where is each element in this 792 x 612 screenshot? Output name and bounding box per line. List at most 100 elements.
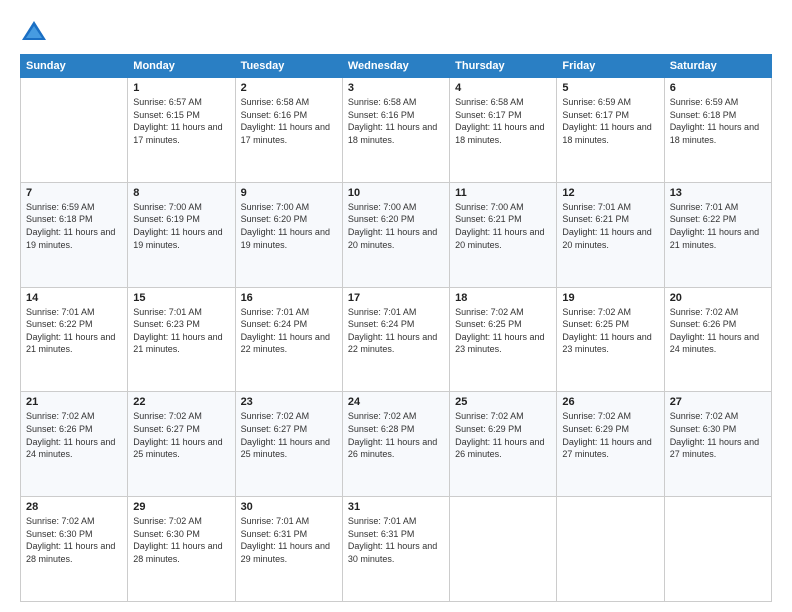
calendar-week-row: 14 Sunrise: 7:01 AMSunset: 6:22 PMDaylig… <box>21 287 772 392</box>
weekday-header: Friday <box>557 55 664 78</box>
day-info: Sunrise: 7:01 AMSunset: 6:22 PMDaylight:… <box>670 202 759 250</box>
day-number: 15 <box>133 292 229 304</box>
calendar-cell: 14 Sunrise: 7:01 AMSunset: 6:22 PMDaylig… <box>21 287 128 392</box>
day-number: 29 <box>133 501 229 513</box>
day-info: Sunrise: 6:59 AMSunset: 6:18 PMDaylight:… <box>26 202 115 250</box>
day-info: Sunrise: 7:02 AMSunset: 6:27 PMDaylight:… <box>241 411 330 459</box>
calendar-cell <box>450 497 557 602</box>
day-info: Sunrise: 7:01 AMSunset: 6:22 PMDaylight:… <box>26 307 115 355</box>
day-number: 3 <box>348 82 444 94</box>
day-info: Sunrise: 7:02 AMSunset: 6:30 PMDaylight:… <box>133 516 222 564</box>
day-info: Sunrise: 7:02 AMSunset: 6:30 PMDaylight:… <box>670 411 759 459</box>
calendar-cell: 6 Sunrise: 6:59 AMSunset: 6:18 PMDayligh… <box>664 78 771 183</box>
header <box>20 18 772 46</box>
day-info: Sunrise: 7:02 AMSunset: 6:25 PMDaylight:… <box>455 307 544 355</box>
day-info: Sunrise: 7:01 AMSunset: 6:24 PMDaylight:… <box>241 307 330 355</box>
day-info: Sunrise: 7:01 AMSunset: 6:31 PMDaylight:… <box>348 516 437 564</box>
day-number: 24 <box>348 396 444 408</box>
day-number: 18 <box>455 292 551 304</box>
day-info: Sunrise: 7:00 AMSunset: 6:20 PMDaylight:… <box>348 202 437 250</box>
day-number: 16 <box>241 292 337 304</box>
calendar-cell: 9 Sunrise: 7:00 AMSunset: 6:20 PMDayligh… <box>235 182 342 287</box>
day-number: 4 <box>455 82 551 94</box>
calendar-cell: 5 Sunrise: 6:59 AMSunset: 6:17 PMDayligh… <box>557 78 664 183</box>
calendar-cell: 1 Sunrise: 6:57 AMSunset: 6:15 PMDayligh… <box>128 78 235 183</box>
day-info: Sunrise: 7:01 AMSunset: 6:31 PMDaylight:… <box>241 516 330 564</box>
calendar-cell: 7 Sunrise: 6:59 AMSunset: 6:18 PMDayligh… <box>21 182 128 287</box>
calendar-cell: 18 Sunrise: 7:02 AMSunset: 6:25 PMDaylig… <box>450 287 557 392</box>
day-number: 17 <box>348 292 444 304</box>
calendar-cell: 24 Sunrise: 7:02 AMSunset: 6:28 PMDaylig… <box>342 392 449 497</box>
calendar-cell <box>557 497 664 602</box>
calendar-cell: 28 Sunrise: 7:02 AMSunset: 6:30 PMDaylig… <box>21 497 128 602</box>
page: SundayMondayTuesdayWednesdayThursdayFrid… <box>0 0 792 612</box>
day-info: Sunrise: 7:00 AMSunset: 6:20 PMDaylight:… <box>241 202 330 250</box>
calendar-cell: 10 Sunrise: 7:00 AMSunset: 6:20 PMDaylig… <box>342 182 449 287</box>
day-info: Sunrise: 7:02 AMSunset: 6:27 PMDaylight:… <box>133 411 222 459</box>
day-number: 26 <box>562 396 658 408</box>
day-info: Sunrise: 7:01 AMSunset: 6:24 PMDaylight:… <box>348 307 437 355</box>
calendar-cell <box>21 78 128 183</box>
day-number: 19 <box>562 292 658 304</box>
calendar-cell: 29 Sunrise: 7:02 AMSunset: 6:30 PMDaylig… <box>128 497 235 602</box>
weekday-header: Wednesday <box>342 55 449 78</box>
day-number: 1 <box>133 82 229 94</box>
calendar-cell: 4 Sunrise: 6:58 AMSunset: 6:17 PMDayligh… <box>450 78 557 183</box>
weekday-header-row: SundayMondayTuesdayWednesdayThursdayFrid… <box>21 55 772 78</box>
weekday-header: Sunday <box>21 55 128 78</box>
calendar-cell: 12 Sunrise: 7:01 AMSunset: 6:21 PMDaylig… <box>557 182 664 287</box>
weekday-header: Tuesday <box>235 55 342 78</box>
day-info: Sunrise: 6:58 AMSunset: 6:17 PMDaylight:… <box>455 97 544 145</box>
calendar-cell: 31 Sunrise: 7:01 AMSunset: 6:31 PMDaylig… <box>342 497 449 602</box>
day-number: 28 <box>26 501 122 513</box>
day-number: 11 <box>455 187 551 199</box>
calendar-cell: 21 Sunrise: 7:02 AMSunset: 6:26 PMDaylig… <box>21 392 128 497</box>
day-info: Sunrise: 7:00 AMSunset: 6:19 PMDaylight:… <box>133 202 222 250</box>
day-number: 25 <box>455 396 551 408</box>
day-number: 23 <box>241 396 337 408</box>
day-info: Sunrise: 6:59 AMSunset: 6:18 PMDaylight:… <box>670 97 759 145</box>
day-info: Sunrise: 6:57 AMSunset: 6:15 PMDaylight:… <box>133 97 222 145</box>
day-number: 20 <box>670 292 766 304</box>
day-info: Sunrise: 7:01 AMSunset: 6:23 PMDaylight:… <box>133 307 222 355</box>
calendar-cell: 11 Sunrise: 7:00 AMSunset: 6:21 PMDaylig… <box>450 182 557 287</box>
day-info: Sunrise: 7:02 AMSunset: 6:29 PMDaylight:… <box>562 411 651 459</box>
calendar-cell: 19 Sunrise: 7:02 AMSunset: 6:25 PMDaylig… <box>557 287 664 392</box>
calendar-cell: 13 Sunrise: 7:01 AMSunset: 6:22 PMDaylig… <box>664 182 771 287</box>
calendar-cell: 22 Sunrise: 7:02 AMSunset: 6:27 PMDaylig… <box>128 392 235 497</box>
day-number: 21 <box>26 396 122 408</box>
day-info: Sunrise: 7:02 AMSunset: 6:30 PMDaylight:… <box>26 516 115 564</box>
logo <box>20 18 52 46</box>
calendar-week-row: 21 Sunrise: 7:02 AMSunset: 6:26 PMDaylig… <box>21 392 772 497</box>
day-number: 27 <box>670 396 766 408</box>
day-number: 31 <box>348 501 444 513</box>
calendar-cell: 25 Sunrise: 7:02 AMSunset: 6:29 PMDaylig… <box>450 392 557 497</box>
calendar-week-row: 7 Sunrise: 6:59 AMSunset: 6:18 PMDayligh… <box>21 182 772 287</box>
calendar-cell <box>664 497 771 602</box>
day-number: 30 <box>241 501 337 513</box>
calendar-cell: 30 Sunrise: 7:01 AMSunset: 6:31 PMDaylig… <box>235 497 342 602</box>
calendar-cell: 3 Sunrise: 6:58 AMSunset: 6:16 PMDayligh… <box>342 78 449 183</box>
day-info: Sunrise: 7:02 AMSunset: 6:28 PMDaylight:… <box>348 411 437 459</box>
day-info: Sunrise: 7:01 AMSunset: 6:21 PMDaylight:… <box>562 202 651 250</box>
day-info: Sunrise: 7:00 AMSunset: 6:21 PMDaylight:… <box>455 202 544 250</box>
logo-icon <box>20 18 48 46</box>
day-number: 14 <box>26 292 122 304</box>
day-info: Sunrise: 6:58 AMSunset: 6:16 PMDaylight:… <box>348 97 437 145</box>
calendar-week-row: 1 Sunrise: 6:57 AMSunset: 6:15 PMDayligh… <box>21 78 772 183</box>
calendar-cell: 15 Sunrise: 7:01 AMSunset: 6:23 PMDaylig… <box>128 287 235 392</box>
day-number: 8 <box>133 187 229 199</box>
day-info: Sunrise: 7:02 AMSunset: 6:29 PMDaylight:… <box>455 411 544 459</box>
calendar-cell: 8 Sunrise: 7:00 AMSunset: 6:19 PMDayligh… <box>128 182 235 287</box>
day-number: 5 <box>562 82 658 94</box>
day-number: 6 <box>670 82 766 94</box>
calendar-cell: 26 Sunrise: 7:02 AMSunset: 6:29 PMDaylig… <box>557 392 664 497</box>
day-number: 22 <box>133 396 229 408</box>
day-number: 10 <box>348 187 444 199</box>
calendar-cell: 2 Sunrise: 6:58 AMSunset: 6:16 PMDayligh… <box>235 78 342 183</box>
day-info: Sunrise: 7:02 AMSunset: 6:26 PMDaylight:… <box>670 307 759 355</box>
calendar-cell: 16 Sunrise: 7:01 AMSunset: 6:24 PMDaylig… <box>235 287 342 392</box>
day-info: Sunrise: 7:02 AMSunset: 6:25 PMDaylight:… <box>562 307 651 355</box>
calendar-cell: 20 Sunrise: 7:02 AMSunset: 6:26 PMDaylig… <box>664 287 771 392</box>
calendar-cell: 27 Sunrise: 7:02 AMSunset: 6:30 PMDaylig… <box>664 392 771 497</box>
